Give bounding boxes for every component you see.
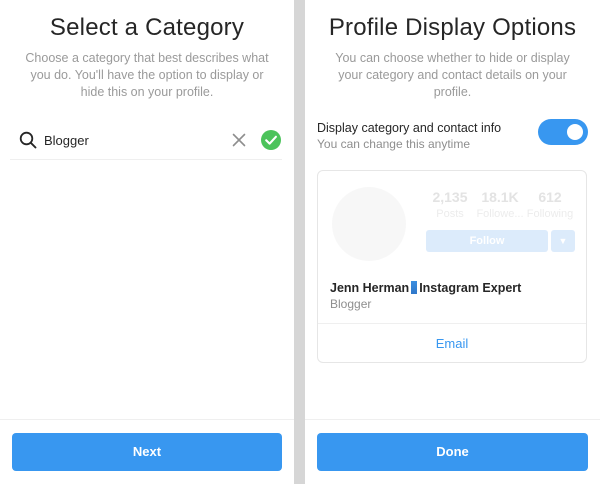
next-button[interactable]: Next	[12, 433, 282, 471]
blue-book-icon	[411, 281, 418, 294]
email-contact-button: Email	[435, 336, 469, 351]
footer-divider	[305, 419, 600, 420]
chevron-down-icon: ▼	[551, 230, 575, 252]
category-search-field[interactable]: Blogger	[10, 122, 282, 160]
posts-label: Posts	[436, 208, 464, 220]
profile-name: Jenn Herman Instagram Expert	[330, 281, 521, 295]
profile-display-options-screen: Profile Display Options You can choose w…	[305, 0, 600, 484]
page-subtitle: Choose a category that best describes wh…	[25, 51, 269, 99]
toggle-knob	[567, 124, 583, 140]
toggle-hint: You can change this anytime	[317, 137, 470, 151]
profile-name-second: Instagram Expert	[419, 281, 522, 295]
screen-divider	[294, 0, 305, 484]
follow-button: Follow	[426, 230, 548, 252]
following-stat: 612 Following	[525, 189, 575, 220]
followers-stat: 18.1K Followe...	[475, 189, 525, 220]
toggle-label: Display category and contact info	[317, 121, 502, 135]
contact-divider	[318, 323, 586, 324]
page-title: Select a Category	[49, 14, 245, 41]
page-title: Profile Display Options	[328, 14, 577, 41]
search-icon	[19, 131, 37, 149]
done-button[interactable]: Done	[317, 433, 588, 471]
page-subtitle: You can choose whether to hide or displa…	[335, 51, 570, 99]
followers-label: Followe...	[476, 208, 524, 220]
select-category-screen: Select a Category Choose a category that…	[0, 0, 294, 484]
profile-category: Blogger	[330, 297, 372, 311]
check-circle-icon	[261, 130, 281, 150]
avatar	[332, 187, 406, 261]
close-icon[interactable]	[230, 131, 248, 149]
footer-divider	[0, 419, 294, 420]
posts-stat: 2,135 Posts	[425, 189, 475, 220]
search-input[interactable]: Blogger	[44, 133, 89, 148]
display-contact-toggle[interactable]	[538, 119, 588, 145]
followers-count: 18.1K	[481, 189, 519, 205]
following-label: Following	[526, 208, 574, 220]
profile-preview-card: 2,135 Posts 18.1K Followe... 612 Followi…	[317, 170, 587, 363]
profile-name-first: Jenn Herman	[330, 281, 410, 295]
posts-count: 2,135	[432, 189, 468, 205]
following-count: 612	[538, 189, 562, 205]
